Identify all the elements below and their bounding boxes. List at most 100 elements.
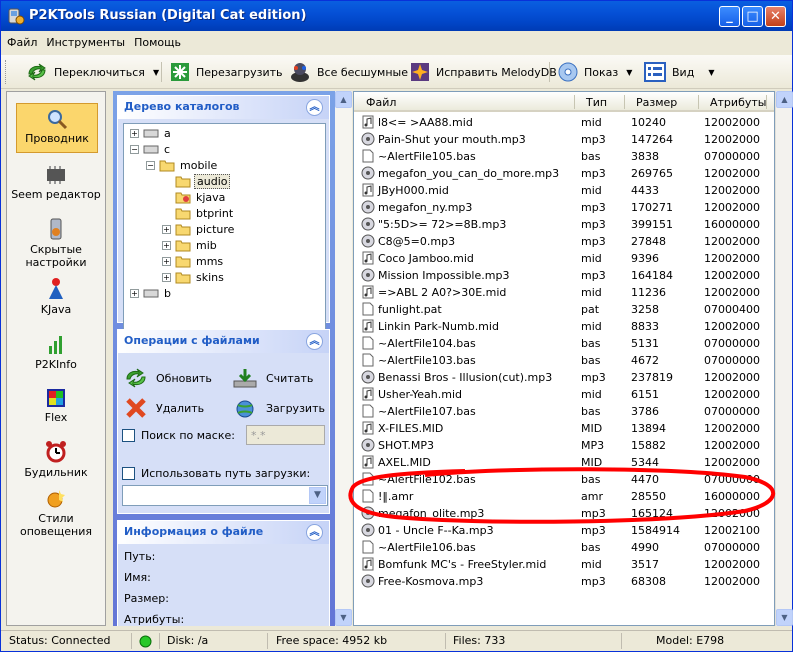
file-name-cell: funlight.pat xyxy=(378,303,442,316)
table-row[interactable]: funlight.pat pat 3258 07000400 xyxy=(354,301,774,318)
table-row[interactable]: =>ABL 2 A0?>30E.mid mid 11236 12002000 xyxy=(354,284,774,301)
tree-node-kjava[interactable]: kjava xyxy=(175,189,227,205)
table-row[interactable]: ~AlertFile105.bas bas 3838 07000000 xyxy=(354,148,774,165)
sidebar-item-kjava[interactable]: KJava xyxy=(7,277,105,316)
column-file[interactable]: Файл xyxy=(360,96,396,112)
file-type-cell: MP3 xyxy=(581,439,605,452)
sidebar-item-p2kinfo[interactable]: P2KInfo xyxy=(7,332,105,371)
use-upload-path-checkbox[interactable]: Использовать путь загрузки: xyxy=(122,467,310,480)
file-list-scrollbar[interactable]: ▲ ▼ xyxy=(775,91,793,626)
file-attributes-cell: 12002000 xyxy=(704,269,760,282)
collapse-icon[interactable]: ︽ xyxy=(306,99,323,116)
file-name-cell: C8@5=0.mp3 xyxy=(378,235,456,248)
column-type[interactable]: Тип xyxy=(580,96,607,112)
table-row[interactable]: Free-Kosmova.mp3 mp3 68308 12002000 xyxy=(354,573,774,590)
status-free-space: Free space: 4952 kb xyxy=(276,634,388,647)
tree-node-audio[interactable]: audio xyxy=(175,173,231,189)
file-name-cell: ~AlertFile103.bas xyxy=(378,354,476,367)
file-attributes-cell: 12002000 xyxy=(704,133,760,146)
drive-icon xyxy=(143,289,159,298)
table-row[interactable]: Usher-Yeah.mid mid 6151 12002000 xyxy=(354,386,774,403)
tree-panel-header[interactable]: Дерево каталогов ︽ xyxy=(118,96,329,119)
scroll-down-icon[interactable]: ▼ xyxy=(776,609,793,626)
tree-node-mms[interactable]: + mms xyxy=(162,253,225,269)
table-row[interactable]: Pain-Shut your mouth.mp3 mp3 147264 1200200… xyxy=(354,131,774,148)
sidebar-item-explorer[interactable]: Проводник xyxy=(16,103,98,153)
chevron-down-icon[interactable]: ▼ xyxy=(309,487,326,504)
tree-node-picture[interactable]: + picture xyxy=(162,221,236,237)
file-name-cell: ~AlertFile106.bas xyxy=(378,541,476,554)
refresh-button[interactable]: Обновить xyxy=(124,367,212,389)
menu-file[interactable]: Файл xyxy=(1,32,40,49)
file-name-cell: Bomfunk MC's - FreeStyler.mid xyxy=(378,558,547,571)
menu-tools[interactable]: Инструменты xyxy=(40,32,128,49)
table-row[interactable]: SHOT.MP3 MP3 15882 12002000 xyxy=(354,437,774,454)
mp3-file-icon xyxy=(361,234,375,248)
tree-node-mobile[interactable]: − mobile xyxy=(146,157,219,173)
title-bar[interactable]: P2KTools Russian (Digital Cat edition) _… xyxy=(1,1,792,31)
tree-node-a[interactable]: + a xyxy=(130,125,173,141)
table-row[interactable]: ~AlertFile106.bas bas 4990 07000000 xyxy=(354,539,774,556)
table-row[interactable]: megafon_ny.mp3 mp3 170271 12002000 xyxy=(354,199,774,216)
column-size[interactable]: Размер xyxy=(630,96,677,112)
show-button[interactable]: Показ ▼ xyxy=(557,59,632,85)
directory-tree[interactable]: + a − c − mobile audio kjava btprint + pictu… xyxy=(123,123,326,330)
file-list[interactable]: Файл Тип Размер Атрибуты l8<= >AA88.mid m… xyxy=(353,91,775,626)
table-row[interactable]: Benassi Bros - Illusion(cut).mp3 mp3 23781… xyxy=(354,369,774,386)
scroll-up-icon[interactable]: ▲ xyxy=(776,91,793,108)
toolbar-grip[interactable] xyxy=(5,60,8,84)
table-row[interactable]: X-FILES.MID MID 13894 12002000 xyxy=(354,420,774,437)
mask-input[interactable]: *.* xyxy=(246,425,325,445)
file-size-cell: 8833 xyxy=(631,320,659,333)
sidebar-item-seem-editor[interactable]: Seem редактор xyxy=(7,164,105,201)
tree-node-c[interactable]: − c xyxy=(130,141,172,157)
folder-icon xyxy=(175,208,191,220)
restart-button[interactable]: Перезагрузить xyxy=(169,59,283,85)
sidebar-item-hidden-settings[interactable]: Скрытые настройки xyxy=(7,217,105,269)
delete-button[interactable]: Удалить xyxy=(124,397,204,419)
table-row[interactable]: ~AlertFile103.bas bas 4672 07000000 xyxy=(354,352,774,369)
collapse-icon[interactable]: ︽ xyxy=(306,524,323,541)
table-row[interactable]: Linkin Park-Numb.mid mid 8833 12002000 xyxy=(354,318,774,335)
ops-panel-header[interactable]: Операции с файлами ︽ xyxy=(118,330,329,353)
tree-node-skins[interactable]: + skins xyxy=(162,269,226,285)
maximize-button[interactable]: □ xyxy=(742,6,763,27)
table-row[interactable]: Bomfunk MC's - FreeStyler.mid mid 3517 1200… xyxy=(354,556,774,573)
read-button[interactable]: Считать xyxy=(232,367,313,389)
mp3-file-icon xyxy=(361,574,375,588)
file-name-cell: ~AlertFile105.bas xyxy=(378,150,476,163)
table-row[interactable]: ~AlertFile104.bas bas 5131 07000000 xyxy=(354,335,774,352)
minimize-button[interactable]: _ xyxy=(719,6,740,27)
menu-help[interactable]: Помощь xyxy=(128,32,184,49)
close-button[interactable]: ✕ xyxy=(765,6,786,27)
scroll-up-icon[interactable]: ▲ xyxy=(335,91,352,108)
table-row[interactable]: Mission Impossible.mp3 mp3 164184 12002000 xyxy=(354,267,774,284)
tree-node-b[interactable]: + b xyxy=(130,285,173,301)
scroll-down-icon[interactable]: ▼ xyxy=(335,609,352,626)
tree-node-btprint[interactable]: btprint xyxy=(175,205,235,221)
table-row[interactable]: ~AlertFile107.bas bas 3786 07000000 xyxy=(354,403,774,420)
sidebar-item-flex[interactable]: Flex xyxy=(7,387,105,424)
column-attributes[interactable]: Атрибуты xyxy=(704,96,766,112)
table-row[interactable]: megafon_you_can_do_more.mp3 mp3 269765 1200… xyxy=(354,165,774,182)
splitter[interactable] xyxy=(105,91,112,626)
table-row[interactable]: Coco Jamboo.mid mid 9396 12002000 xyxy=(354,250,774,267)
sidebar-item-alert-styles[interactable]: Стили оповещения xyxy=(7,488,105,538)
info-panel-header[interactable]: Информация о файле ︽ xyxy=(118,521,329,544)
table-row[interactable]: l8<= >AA88.mid mid 10240 12002000 xyxy=(354,114,774,131)
all-silent-button[interactable]: Все бесшумные xyxy=(288,59,408,85)
upload-path-combobox[interactable]: ▼ xyxy=(122,485,328,506)
sidebar-item-alarm[interactable]: Будильник xyxy=(7,440,105,479)
collapse-icon[interactable]: ︽ xyxy=(306,333,323,350)
fix-melodydb-button[interactable]: Исправить MelodyDB xyxy=(409,59,557,85)
tree-node-mib[interactable]: + mib xyxy=(162,237,219,253)
pane-scroll-track[interactable]: ▲ ▼ xyxy=(335,91,352,626)
table-row[interactable]: C8@5=0.mp3 mp3 27848 12002000 xyxy=(354,233,774,250)
switch-button[interactable]: Переключиться ▼ xyxy=(25,59,159,85)
upload-button[interactable]: Загрузить xyxy=(232,397,325,419)
mask-search-checkbox[interactable]: Поиск по маске: xyxy=(122,429,235,442)
table-row[interactable]: JByH000.mid mid 4433 12002000 xyxy=(354,182,774,199)
alarm-clock-icon xyxy=(46,441,66,463)
table-row[interactable]: "5:5D>= 72>=8B.mp3 mp3 399151 16000000 xyxy=(354,216,774,233)
view-button[interactable]: Вид ▼ xyxy=(643,59,714,85)
